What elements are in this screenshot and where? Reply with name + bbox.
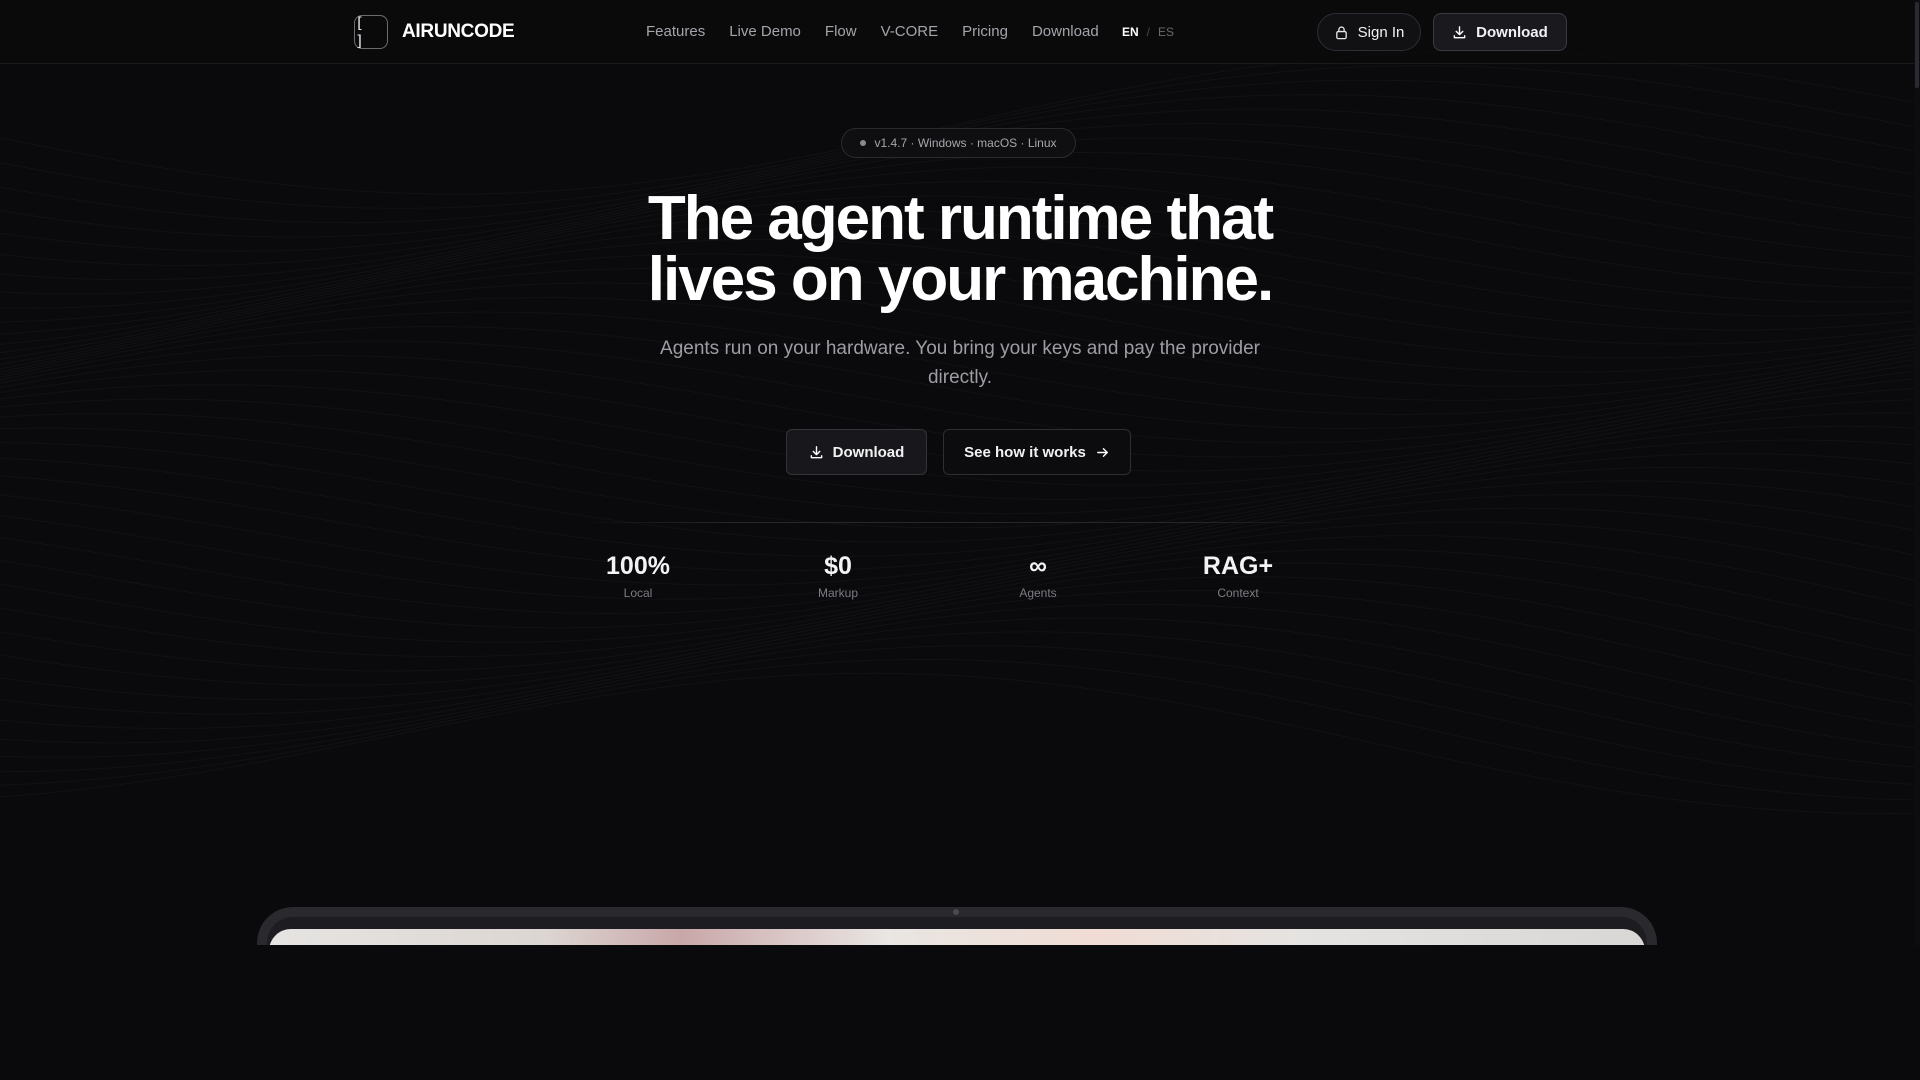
header-download-button[interactable]: Download bbox=[1433, 13, 1567, 51]
device-camera-dot bbox=[953, 909, 959, 915]
hero-title-line-2: lives on your machine. bbox=[647, 245, 1274, 314]
language-switcher: EN / ES bbox=[1122, 20, 1174, 44]
scrollbar-thumb[interactable] bbox=[1915, 2, 1919, 88]
header-download-label: Download bbox=[1476, 23, 1548, 41]
hero-subtitle: Agents run on your hardware. You bring y… bbox=[660, 338, 1260, 388]
stat-agents: ∞ Agents bbox=[958, 550, 1118, 600]
brand-name: AIRUNCODE bbox=[402, 21, 515, 42]
lang-es[interactable]: ES bbox=[1158, 25, 1174, 39]
hero-download-button[interactable]: Download bbox=[786, 429, 927, 475]
stat-label: Agents bbox=[1019, 586, 1057, 600]
stat-markup: $0 Markup bbox=[758, 550, 918, 600]
sign-in-label: Sign In bbox=[1357, 23, 1405, 41]
stat-label: Context bbox=[1217, 586, 1259, 600]
nav-link-v-core[interactable]: V-CORE bbox=[881, 20, 939, 44]
stat-label: Markup bbox=[817, 586, 858, 600]
sign-in-button[interactable]: Sign In bbox=[1317, 13, 1421, 51]
see-how-it-works-label: See how it works bbox=[964, 443, 1086, 461]
stat-local: 100% Local bbox=[558, 550, 718, 600]
scrollbar-track[interactable] bbox=[1914, 0, 1920, 1080]
download-icon bbox=[810, 445, 823, 458]
stats-divider bbox=[575, 522, 1345, 523]
hero-title: The agent runtime that lives on your mac… bbox=[560, 188, 1360, 311]
top-navigation-bar: [ ] AIRUNCODE Features Live Demo Flow V-… bbox=[0, 0, 1920, 64]
stats-row: 100% Local $0 Markup ∞ Agents RAG+ Conte… bbox=[558, 550, 1358, 610]
arrow-right-icon bbox=[1096, 447, 1108, 457]
status-dot-icon bbox=[860, 140, 867, 146]
stat-label: Local bbox=[623, 586, 653, 600]
stat-value: 100% bbox=[606, 552, 670, 580]
bracket-frame-icon: [ ] bbox=[354, 14, 388, 50]
page-bottom-background bbox=[0, 945, 1920, 1080]
nav-link-features[interactable]: Features bbox=[646, 20, 705, 44]
hero-title-line-1: The agent runtime that bbox=[647, 184, 1274, 253]
brand-logo[interactable]: [ ] AIRUNCODE bbox=[354, 14, 515, 50]
version-badge-text: v1.4.7 · Windows · macOS · Linux bbox=[874, 136, 1057, 150]
lock-icon bbox=[1335, 25, 1347, 39]
stat-value: $0 bbox=[824, 552, 852, 580]
nav-link-pricing[interactable]: Pricing bbox=[962, 20, 1008, 44]
lang-separator: / bbox=[1146, 25, 1151, 39]
download-icon bbox=[1453, 25, 1466, 38]
stat-context: RAG+ Context bbox=[1158, 550, 1318, 600]
main-nav: Features Live Demo Flow V-CORE Pricing D… bbox=[646, 20, 1099, 44]
nav-link-flow[interactable]: Flow bbox=[825, 20, 857, 44]
nav-link-live-demo[interactable]: Live Demo bbox=[729, 20, 801, 44]
stat-value: ∞ bbox=[1029, 552, 1047, 580]
lang-en[interactable]: EN bbox=[1122, 25, 1139, 39]
stat-value: RAG+ bbox=[1202, 552, 1274, 580]
version-badge: v1.4.7 · Windows · macOS · Linux bbox=[841, 128, 1076, 158]
see-how-it-works-button[interactable]: See how it works bbox=[943, 429, 1131, 475]
nav-link-download[interactable]: Download bbox=[1032, 20, 1099, 44]
hero-download-label: Download bbox=[832, 443, 905, 461]
